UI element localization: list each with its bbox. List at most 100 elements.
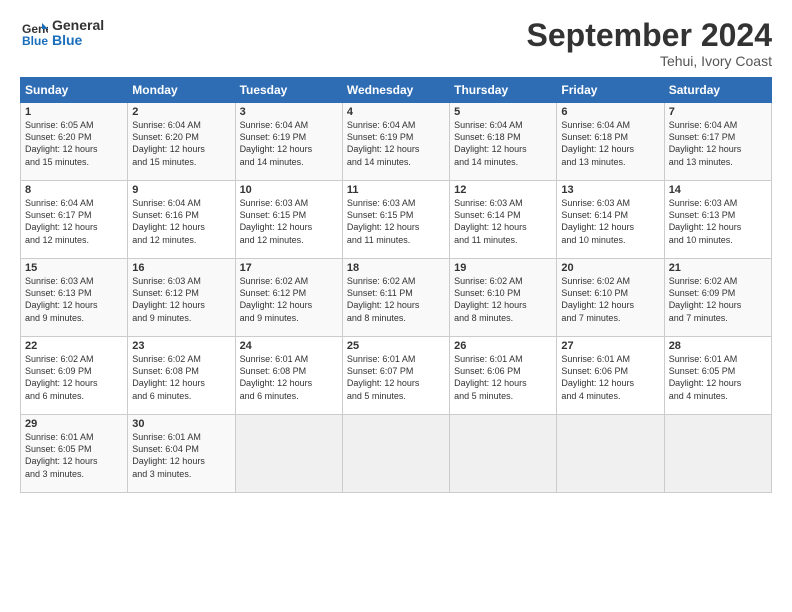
calendar-cell	[664, 415, 771, 493]
day-number: 3	[240, 106, 338, 118]
day-number: 11	[347, 184, 445, 196]
day-number: 28	[669, 340, 767, 352]
day-number: 15	[25, 262, 123, 274]
page: General Blue General Blue September 2024…	[0, 0, 792, 612]
logo-general: General	[52, 18, 104, 33]
calendar-cell: 30Sunrise: 6:01 AMSunset: 6:04 PMDayligh…	[128, 415, 235, 493]
day-number: 12	[454, 184, 552, 196]
day-number: 13	[561, 184, 659, 196]
day-number: 23	[132, 340, 230, 352]
calendar-cell: 7Sunrise: 6:04 AMSunset: 6:17 PMDaylight…	[664, 103, 771, 181]
day-info: Sunrise: 6:02 AMSunset: 6:08 PMDaylight:…	[132, 353, 230, 402]
calendar-cell: 14Sunrise: 6:03 AMSunset: 6:13 PMDayligh…	[664, 181, 771, 259]
calendar-cell: 9Sunrise: 6:04 AMSunset: 6:16 PMDaylight…	[128, 181, 235, 259]
header: General Blue General Blue September 2024…	[20, 18, 772, 69]
calendar-cell	[557, 415, 664, 493]
calendar-cell: 19Sunrise: 6:02 AMSunset: 6:10 PMDayligh…	[450, 259, 557, 337]
day-info: Sunrise: 6:03 AMSunset: 6:14 PMDaylight:…	[454, 197, 552, 246]
day-info: Sunrise: 6:01 AMSunset: 6:05 PMDaylight:…	[25, 431, 123, 480]
calendar-cell: 25Sunrise: 6:01 AMSunset: 6:07 PMDayligh…	[342, 337, 449, 415]
day-number: 7	[669, 106, 767, 118]
day-info: Sunrise: 6:01 AMSunset: 6:05 PMDaylight:…	[669, 353, 767, 402]
day-info: Sunrise: 6:02 AMSunset: 6:09 PMDaylight:…	[669, 275, 767, 324]
calendar-cell: 27Sunrise: 6:01 AMSunset: 6:06 PMDayligh…	[557, 337, 664, 415]
svg-text:Blue: Blue	[22, 34, 48, 47]
day-info: Sunrise: 6:03 AMSunset: 6:12 PMDaylight:…	[132, 275, 230, 324]
day-info: Sunrise: 6:03 AMSunset: 6:15 PMDaylight:…	[240, 197, 338, 246]
day-number: 25	[347, 340, 445, 352]
col-header-tuesday: Tuesday	[235, 78, 342, 103]
day-number: 10	[240, 184, 338, 196]
day-info: Sunrise: 6:04 AMSunset: 6:20 PMDaylight:…	[132, 119, 230, 168]
day-number: 29	[25, 418, 123, 430]
day-info: Sunrise: 6:02 AMSunset: 6:12 PMDaylight:…	[240, 275, 338, 324]
col-header-friday: Friday	[557, 78, 664, 103]
day-info: Sunrise: 6:04 AMSunset: 6:16 PMDaylight:…	[132, 197, 230, 246]
day-info: Sunrise: 6:02 AMSunset: 6:11 PMDaylight:…	[347, 275, 445, 324]
day-info: Sunrise: 6:04 AMSunset: 6:19 PMDaylight:…	[347, 119, 445, 168]
calendar-cell: 13Sunrise: 6:03 AMSunset: 6:14 PMDayligh…	[557, 181, 664, 259]
title-block: September 2024 Tehui, Ivory Coast	[527, 18, 772, 69]
day-number: 26	[454, 340, 552, 352]
day-number: 21	[669, 262, 767, 274]
col-header-saturday: Saturday	[664, 78, 771, 103]
col-header-monday: Monday	[128, 78, 235, 103]
month-title: September 2024	[527, 18, 772, 53]
calendar-cell: 24Sunrise: 6:01 AMSunset: 6:08 PMDayligh…	[235, 337, 342, 415]
calendar-cell: 1Sunrise: 6:05 AMSunset: 6:20 PMDaylight…	[21, 103, 128, 181]
calendar-cell: 11Sunrise: 6:03 AMSunset: 6:15 PMDayligh…	[342, 181, 449, 259]
day-number: 4	[347, 106, 445, 118]
day-info: Sunrise: 6:05 AMSunset: 6:20 PMDaylight:…	[25, 119, 123, 168]
calendar-cell: 18Sunrise: 6:02 AMSunset: 6:11 PMDayligh…	[342, 259, 449, 337]
day-info: Sunrise: 6:04 AMSunset: 6:17 PMDaylight:…	[25, 197, 123, 246]
day-info: Sunrise: 6:03 AMSunset: 6:13 PMDaylight:…	[669, 197, 767, 246]
calendar-cell: 17Sunrise: 6:02 AMSunset: 6:12 PMDayligh…	[235, 259, 342, 337]
day-info: Sunrise: 6:02 AMSunset: 6:10 PMDaylight:…	[454, 275, 552, 324]
day-number: 5	[454, 106, 552, 118]
calendar-cell: 29Sunrise: 6:01 AMSunset: 6:05 PMDayligh…	[21, 415, 128, 493]
calendar-cell	[235, 415, 342, 493]
day-number: 8	[25, 184, 123, 196]
day-info: Sunrise: 6:01 AMSunset: 6:08 PMDaylight:…	[240, 353, 338, 402]
calendar-cell: 8Sunrise: 6:04 AMSunset: 6:17 PMDaylight…	[21, 181, 128, 259]
day-info: Sunrise: 6:03 AMSunset: 6:15 PMDaylight:…	[347, 197, 445, 246]
day-number: 27	[561, 340, 659, 352]
col-header-thursday: Thursday	[450, 78, 557, 103]
day-info: Sunrise: 6:02 AMSunset: 6:09 PMDaylight:…	[25, 353, 123, 402]
day-info: Sunrise: 6:04 AMSunset: 6:18 PMDaylight:…	[454, 119, 552, 168]
day-number: 22	[25, 340, 123, 352]
day-info: Sunrise: 6:01 AMSunset: 6:06 PMDaylight:…	[561, 353, 659, 402]
calendar-cell: 4Sunrise: 6:04 AMSunset: 6:19 PMDaylight…	[342, 103, 449, 181]
day-number: 18	[347, 262, 445, 274]
day-number: 20	[561, 262, 659, 274]
day-info: Sunrise: 6:03 AMSunset: 6:13 PMDaylight:…	[25, 275, 123, 324]
calendar-cell: 28Sunrise: 6:01 AMSunset: 6:05 PMDayligh…	[664, 337, 771, 415]
calendar-cell: 6Sunrise: 6:04 AMSunset: 6:18 PMDaylight…	[557, 103, 664, 181]
day-info: Sunrise: 6:03 AMSunset: 6:14 PMDaylight:…	[561, 197, 659, 246]
logo-blue: Blue	[52, 33, 104, 48]
calendar-cell: 3Sunrise: 6:04 AMSunset: 6:19 PMDaylight…	[235, 103, 342, 181]
day-number: 2	[132, 106, 230, 118]
calendar-cell: 5Sunrise: 6:04 AMSunset: 6:18 PMDaylight…	[450, 103, 557, 181]
calendar-cell: 26Sunrise: 6:01 AMSunset: 6:06 PMDayligh…	[450, 337, 557, 415]
day-number: 17	[240, 262, 338, 274]
day-number: 1	[25, 106, 123, 118]
location: Tehui, Ivory Coast	[527, 53, 772, 69]
day-number: 30	[132, 418, 230, 430]
col-header-wednesday: Wednesday	[342, 78, 449, 103]
day-number: 24	[240, 340, 338, 352]
day-info: Sunrise: 6:04 AMSunset: 6:18 PMDaylight:…	[561, 119, 659, 168]
day-info: Sunrise: 6:01 AMSunset: 6:07 PMDaylight:…	[347, 353, 445, 402]
day-info: Sunrise: 6:01 AMSunset: 6:06 PMDaylight:…	[454, 353, 552, 402]
col-header-sunday: Sunday	[21, 78, 128, 103]
day-info: Sunrise: 6:02 AMSunset: 6:10 PMDaylight:…	[561, 275, 659, 324]
calendar-cell: 22Sunrise: 6:02 AMSunset: 6:09 PMDayligh…	[21, 337, 128, 415]
calendar-table: SundayMondayTuesdayWednesdayThursdayFrid…	[20, 77, 772, 493]
calendar-cell: 16Sunrise: 6:03 AMSunset: 6:12 PMDayligh…	[128, 259, 235, 337]
calendar-cell: 10Sunrise: 6:03 AMSunset: 6:15 PMDayligh…	[235, 181, 342, 259]
calendar-cell: 20Sunrise: 6:02 AMSunset: 6:10 PMDayligh…	[557, 259, 664, 337]
day-number: 19	[454, 262, 552, 274]
day-info: Sunrise: 6:01 AMSunset: 6:04 PMDaylight:…	[132, 431, 230, 480]
day-number: 9	[132, 184, 230, 196]
calendar-cell: 23Sunrise: 6:02 AMSunset: 6:08 PMDayligh…	[128, 337, 235, 415]
